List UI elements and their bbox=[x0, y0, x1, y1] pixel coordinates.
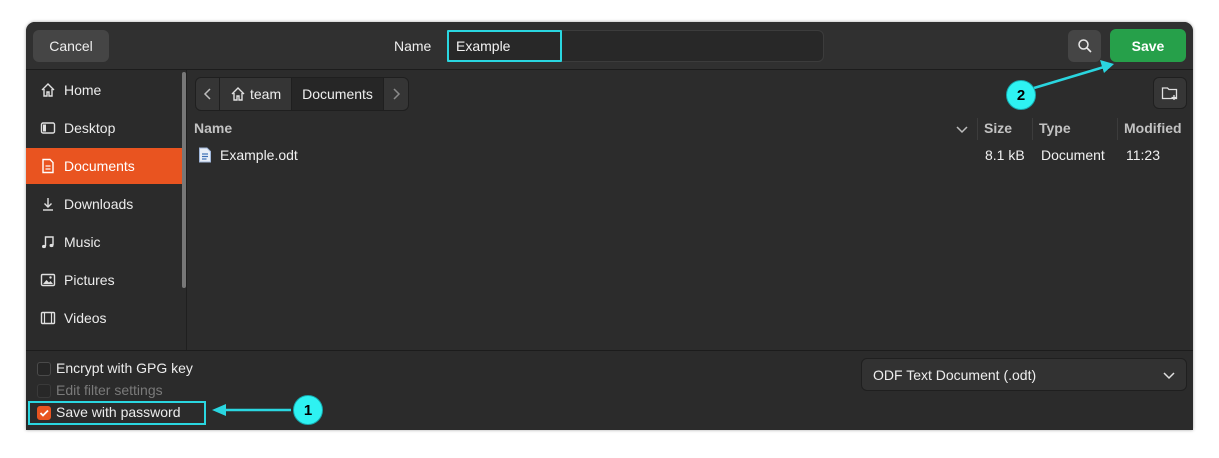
annotation-arrow-2 bbox=[1033, 65, 1105, 90]
annotation-marker-1: 1 bbox=[293, 395, 323, 425]
annotation-arrows bbox=[212, 60, 1114, 416]
annotation-arrowhead-1 bbox=[212, 404, 226, 416]
annotation-arrowhead-2 bbox=[1100, 60, 1114, 73]
annotation-marker-2: 2 bbox=[1006, 80, 1036, 110]
